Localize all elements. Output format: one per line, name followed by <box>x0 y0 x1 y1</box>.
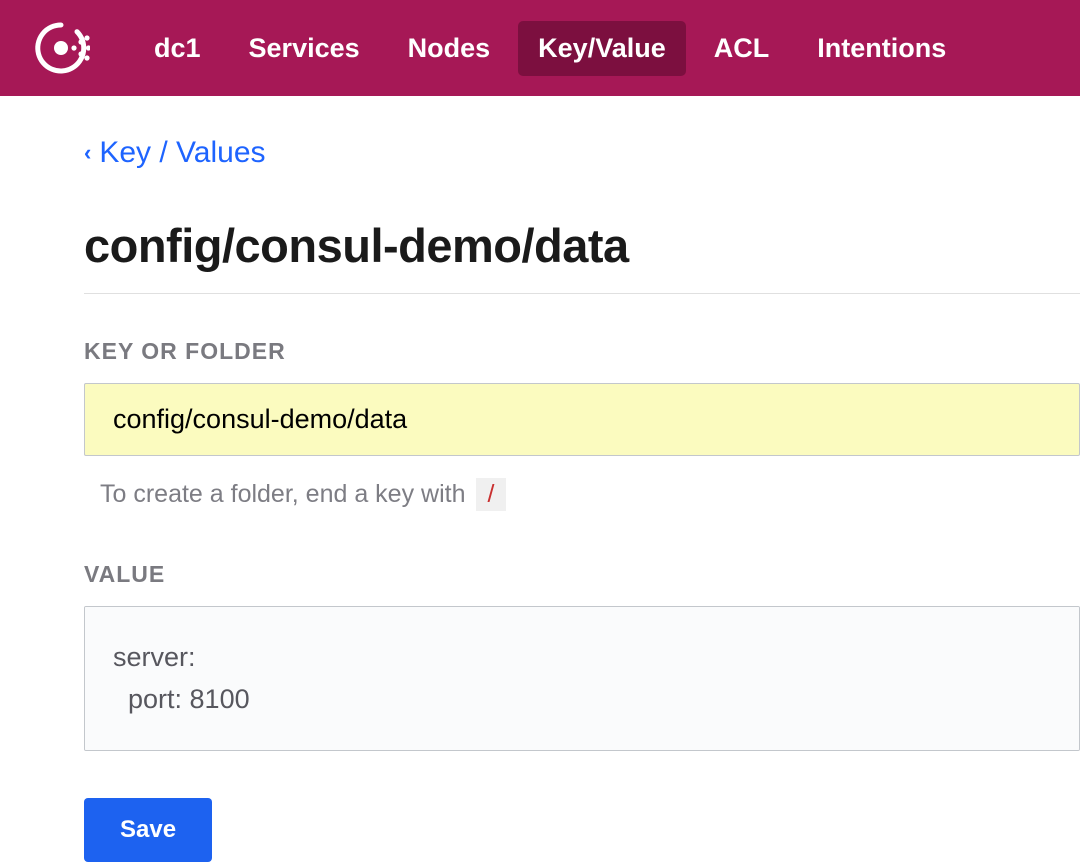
datacenter-selector[interactable]: dc1 <box>134 21 221 76</box>
value-field-label: VALUE <box>84 561 1080 588</box>
save-button[interactable]: Save <box>84 798 212 862</box>
folder-hint-code: / <box>476 478 507 511</box>
folder-hint-text: To create a folder, end a key with <box>100 480 466 509</box>
consul-logo-icon <box>32 19 90 77</box>
nav-items: dc1 Services Nodes Key/Value ACL Intenti… <box>134 21 966 76</box>
key-input[interactable] <box>84 383 1080 456</box>
value-textarea[interactable]: server: port: 8100 <box>84 606 1080 751</box>
breadcrumb: ‹ Key / Values <box>84 136 1080 170</box>
folder-hint: To create a folder, end a key with / <box>84 478 1080 511</box>
page-title: config/consul-demo/data <box>84 218 1080 294</box>
key-field-label: KEY OR FOLDER <box>84 338 1080 365</box>
nav-key-value[interactable]: Key/Value <box>518 21 686 76</box>
chevron-left-icon: ‹ <box>84 140 91 166</box>
top-nav-bar: dc1 Services Nodes Key/Value ACL Intenti… <box>0 0 1080 96</box>
nav-nodes[interactable]: Nodes <box>388 21 511 76</box>
nav-acl[interactable]: ACL <box>694 21 790 76</box>
breadcrumb-link-key-values[interactable]: Key / Values <box>99 136 265 170</box>
nav-services[interactable]: Services <box>229 21 380 76</box>
nav-intentions[interactable]: Intentions <box>797 21 966 76</box>
main-content: ‹ Key / Values config/consul-demo/data K… <box>0 96 1080 862</box>
